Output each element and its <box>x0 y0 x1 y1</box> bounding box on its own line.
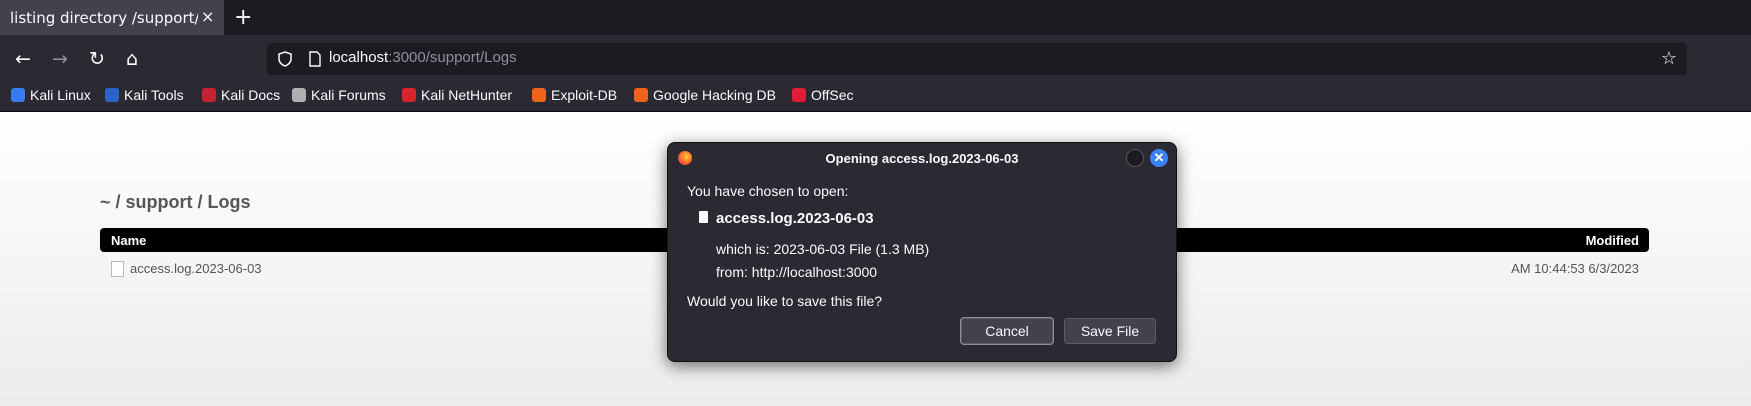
exploitdb-icon <box>532 88 546 102</box>
column-name: Name <box>111 233 147 248</box>
dialog-file-type: which is: 2023-06-03 File (1.3 MB) <box>716 241 930 257</box>
bookmark-kali-tools[interactable]: Kali Tools <box>105 87 184 103</box>
bookmark-google-hacking-db[interactable]: Google Hacking DB <box>634 87 776 103</box>
file-link[interactable]: access.log.2023-06-03 <box>130 261 262 276</box>
dialog-file-source: from: http://localhost:3000 <box>716 264 878 280</box>
tab-close-icon[interactable]: × <box>201 7 214 26</box>
dialog-title: Opening access.log.2023-06-03 <box>825 151 1019 166</box>
breadcrumb: ~ / support / Logs <box>100 192 251 212</box>
nethunter-icon <box>402 88 416 102</box>
shield-icon[interactable] <box>277 51 293 67</box>
new-tab-button[interactable]: + <box>234 5 252 30</box>
ghdb-icon <box>634 88 648 102</box>
bookmark-exploit-db[interactable]: Exploit-DB <box>532 87 617 103</box>
bookmarks-toolbar: Kali Linux Kali Tools Kali Docs Kali For… <box>0 83 1751 112</box>
page-info-icon[interactable] <box>307 51 323 67</box>
dialog-prompt: You have chosen to open: <box>687 183 849 199</box>
column-modified: Modified <box>1585 233 1639 248</box>
bookmark-label: OffSec <box>811 87 854 103</box>
tab-title: listing directory /support/Logs <box>10 9 198 27</box>
kali-dragon-icon <box>11 88 25 102</box>
close-icon[interactable]: ✕ <box>1150 149 1168 167</box>
url-host: localhost <box>329 49 389 66</box>
file-icon <box>111 261 124 277</box>
dialog-filename: access.log.2023-06-03 <box>716 210 874 227</box>
browser-tab[interactable]: listing directory /support/Logs × <box>0 0 224 35</box>
bookmark-star-icon[interactable]: ☆ <box>1661 48 1677 69</box>
url-bar[interactable]: localhost:3000/support/Logs ☆ <box>267 43 1687 75</box>
home-button[interactable]: ⌂ <box>120 47 144 71</box>
cancel-button[interactable]: Cancel <box>961 318 1053 344</box>
file-modified: AM 10:44:53 6/3/2023 <box>1511 261 1639 276</box>
bookmark-label: Google Hacking DB <box>653 87 776 103</box>
download-dialog: Opening access.log.2023-06-03 ✕ You have… <box>667 142 1177 362</box>
back-button[interactable]: ← <box>11 47 35 71</box>
file-icon <box>699 211 708 223</box>
url-path: :3000/support/Logs <box>388 49 517 66</box>
dialog-question: Would you like to save this file? <box>687 293 883 309</box>
tab-bar: listing directory /support/Logs × + <box>0 0 1751 35</box>
bookmark-label: Kali Linux <box>30 87 91 103</box>
kali-forums-icon <box>292 88 306 102</box>
nav-bar: ← → ↻ ⌂ localhost:3000/support/Logs ☆ <box>0 35 1751 83</box>
forward-button[interactable]: → <box>48 47 72 71</box>
bookmark-label: Kali Forums <box>311 87 386 103</box>
bookmark-label: Exploit-DB <box>551 87 618 103</box>
url-text[interactable]: localhost:3000/support/Logs <box>329 49 517 66</box>
bookmark-kali-linux[interactable]: Kali Linux <box>11 87 91 103</box>
minimize-button[interactable] <box>1126 149 1144 167</box>
kali-docs-icon <box>202 88 216 102</box>
kali-tools-icon <box>105 88 119 102</box>
bookmark-kali-docs[interactable]: Kali Docs <box>202 87 280 103</box>
reload-button[interactable]: ↻ <box>85 47 109 71</box>
bookmark-offsec[interactable]: OffSec <box>792 87 854 103</box>
offsec-icon <box>792 88 806 102</box>
bookmark-kali-forums[interactable]: Kali Forums <box>292 87 386 103</box>
bookmark-label: Kali Docs <box>221 87 281 103</box>
save-file-button[interactable]: Save File <box>1064 318 1156 344</box>
bookmark-label: Kali Tools <box>124 87 184 103</box>
bookmark-label: Kali NetHunter <box>421 87 513 103</box>
bookmark-kali-nethunter[interactable]: Kali NetHunter <box>402 87 512 103</box>
